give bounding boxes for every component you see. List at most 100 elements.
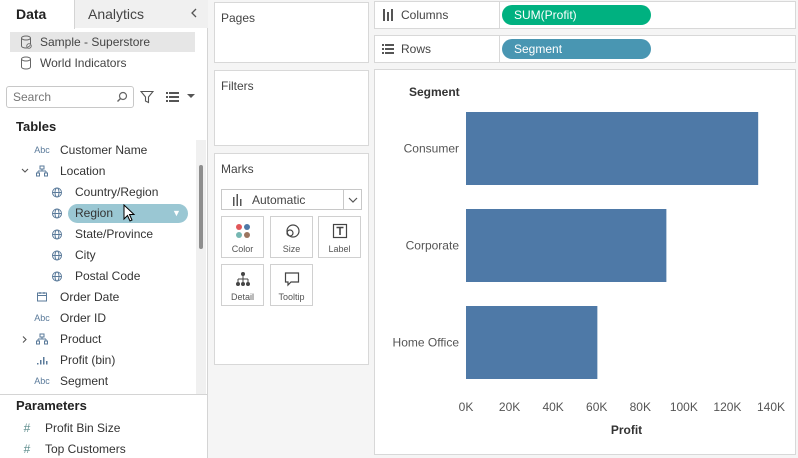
label-button[interactable]: Label: [318, 216, 361, 258]
datasource-label: World Indicators: [40, 56, 127, 70]
viz-area[interactable]: Segment Consumer Corporate Home Office 0K 20K…: [374, 69, 796, 455]
field-item[interactable]: Abc Order ID: [0, 308, 200, 329]
x-tick-label: 60K: [586, 400, 607, 414]
category-label: Consumer: [404, 142, 459, 156]
parameter-label: Top Customers: [45, 442, 126, 456]
field-item[interactable]: Order Date: [0, 287, 200, 308]
datasource-label: Sample - Superstore: [40, 35, 151, 49]
parameter-list: # Profit Bin Size # Top Customers: [0, 418, 200, 458]
color-label: Color: [231, 244, 254, 254]
field-label: Postal Code: [75, 269, 141, 283]
field-label: State/Province: [75, 227, 154, 241]
parameters-title: Parameters: [16, 398, 87, 413]
rows-shelf-header: Rows: [375, 36, 500, 62]
x-axis-label: Profit: [611, 423, 642, 437]
category-label: Home Office: [393, 336, 460, 350]
number-type-icon: #: [23, 421, 31, 435]
bar[interactable]: [466, 209, 667, 282]
tooltip-label: Tooltip: [278, 292, 305, 302]
category-label: Corporate: [406, 239, 460, 253]
color-icon: [236, 224, 250, 238]
mark-type-label: Automatic: [252, 193, 306, 207]
collapse-pane-icon[interactable]: [187, 6, 201, 20]
x-tick-label: 40K: [542, 400, 563, 414]
filter-icon[interactable]: [140, 90, 154, 104]
columns-label: Columns: [401, 8, 449, 22]
number-type-icon: #: [23, 442, 31, 456]
field-item[interactable]: State/Province: [0, 224, 200, 245]
parameter-label: Profit Bin Size: [45, 421, 121, 435]
datasource-item[interactable]: World Indicators: [10, 53, 195, 73]
field-item[interactable]: Country/Region: [0, 182, 200, 203]
field-item[interactable]: Location: [0, 161, 200, 182]
detail-icon: [236, 272, 250, 286]
rows-pill[interactable]: Segment: [502, 39, 651, 59]
divider: [0, 394, 207, 395]
field-label: Region: [75, 206, 114, 220]
x-tick-label: 20K: [499, 400, 520, 414]
marks-title: Marks: [221, 162, 254, 176]
search-row: [6, 86, 202, 110]
cursor-icon: [123, 204, 136, 222]
field-label: Country/Region: [75, 185, 159, 199]
field-item[interactable]: Abc Customer Name: [0, 140, 200, 161]
x-tick-label: 140K: [757, 400, 785, 414]
field-item[interactable]: Abc Segment: [0, 371, 200, 392]
field-item[interactable]: Postal Code: [0, 266, 200, 287]
filters-card[interactable]: Filters: [214, 70, 369, 146]
scrollbar-thumb[interactable]: [199, 165, 203, 249]
field-item[interactable]: Profit (bin): [0, 350, 200, 371]
field-item[interactable]: City: [0, 245, 200, 266]
search-field[interactable]: [6, 86, 134, 108]
field-label: Location: [60, 164, 106, 178]
mark-type-dropdown[interactable]: Automatic: [221, 189, 362, 210]
columns-shelf-header: Columns: [375, 2, 500, 28]
field-label: Segment: [60, 374, 109, 388]
pages-card[interactable]: Pages: [214, 2, 369, 63]
bar-chart: Segment Consumer Corporate Home Office 0K 20K…: [393, 85, 785, 437]
tables-title: Tables: [16, 119, 57, 134]
size-icon: [286, 224, 300, 238]
parameter-item[interactable]: # Top Customers: [0, 439, 200, 458]
field-label: City: [75, 248, 96, 262]
detail-label: Detail: [230, 292, 254, 302]
parameter-item[interactable]: # Profit Bin Size: [0, 418, 200, 439]
columns-shelf[interactable]: Columns SUM(Profit): [374, 1, 796, 29]
pages-title: Pages: [221, 11, 256, 25]
database-icon: [21, 56, 31, 70]
label-icon: [332, 223, 348, 239]
detail-button[interactable]: Detail: [221, 264, 264, 306]
rows-label: Rows: [401, 42, 432, 56]
view-list-icon[interactable]: [166, 91, 180, 103]
x-tick-label: 100K: [670, 400, 698, 414]
x-tick-label: 120K: [713, 400, 741, 414]
tab-data[interactable]: Data: [0, 0, 75, 29]
string-type-icon: Abc: [34, 313, 50, 323]
bar[interactable]: [466, 112, 759, 185]
chevron-down-icon[interactable]: [186, 91, 196, 101]
field-item-dragging[interactable]: Region ▼: [0, 203, 200, 224]
field-list: Abc Customer Name Location Country/Regio…: [0, 140, 200, 392]
data-pane: Data Analytics Sample - Superstore World…: [0, 0, 208, 458]
chevron-down-icon[interactable]: [343, 190, 361, 209]
field-label: Product: [60, 332, 102, 346]
rows-shelf[interactable]: Rows Segment: [374, 35, 796, 63]
size-label: Size: [282, 244, 301, 254]
x-tick-label: 0K: [459, 400, 474, 414]
scrollbar[interactable]: [196, 140, 206, 394]
pane-tabs: Data Analytics: [0, 0, 208, 29]
columns-pill[interactable]: SUM(Profit): [502, 5, 651, 25]
search-input[interactable]: [7, 87, 113, 107]
label-label: Label: [328, 244, 351, 254]
field-item[interactable]: Product: [0, 329, 200, 350]
datasource-item[interactable]: Sample - Superstore: [10, 32, 195, 52]
datasource-list: Sample - Superstore World Indicators: [0, 28, 207, 73]
size-button[interactable]: Size: [270, 216, 313, 258]
chevron-down-icon[interactable]: ▼: [172, 203, 181, 224]
bar[interactable]: [466, 306, 598, 379]
color-button[interactable]: Color: [221, 216, 264, 258]
field-label: Order ID: [60, 311, 107, 325]
marks-card: Marks Automatic Color Size Label Detail …: [214, 153, 369, 365]
tooltip-icon: [284, 272, 300, 287]
tooltip-button[interactable]: Tooltip: [270, 264, 313, 306]
